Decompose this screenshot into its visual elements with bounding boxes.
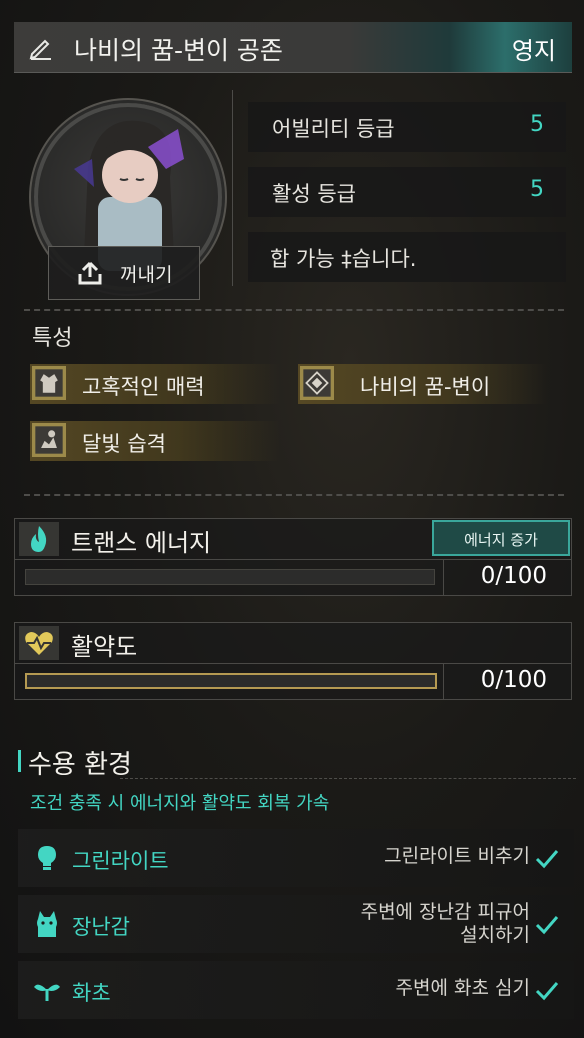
flame-icon (19, 522, 59, 556)
divider (443, 663, 444, 700)
checkmark-icon (535, 982, 559, 1001)
stat-label: 어빌리티 등급 (272, 117, 395, 141)
diamond-icon (300, 366, 334, 400)
trait-label: 나비의 꿈-변이 (360, 375, 491, 399)
gauge-header: 활약도 (15, 623, 571, 664)
checkmark-icon (535, 916, 559, 935)
traits-title: 특성 (32, 326, 73, 351)
dashed-divider (24, 309, 564, 311)
territory-tag: 영지 (511, 37, 556, 65)
environment-item: 화초 주변에 화초 심기 (18, 961, 574, 1019)
gauge-label: 활약도 (71, 633, 138, 661)
trait-label: 고혹적인 매력 (82, 375, 205, 399)
stat-value: 5 (530, 177, 544, 202)
gauge-header: 트랜스 에너지 에너지 증가 (15, 519, 571, 560)
activity-progress-bar (25, 673, 437, 689)
title-bar: 나비의 꿈-변이 공존 영지 (14, 22, 572, 73)
button-label: 에너지 증가 (464, 531, 538, 549)
merge-notice: 합 가능 ‡습니다. (248, 232, 566, 282)
increase-energy-button[interactable]: 에너지 증가 (432, 520, 570, 556)
environment-condition: 주변에 장난감 피규어 설치하기 (361, 901, 530, 947)
trait-item[interactable]: 고혹적인 매력 (30, 364, 280, 404)
stat-active-grade: 활성 등급 5 (248, 167, 566, 217)
trance-energy-gauge: 트랜스 에너지 에너지 증가 0/100 (14, 518, 572, 596)
edit-pencil-icon[interactable] (28, 34, 54, 60)
moon-strike-icon (32, 423, 66, 457)
gauge-label: 트랜스 에너지 (71, 529, 212, 557)
environment-title: 수용 환경 (28, 750, 132, 780)
trance-progress-bar (25, 569, 435, 585)
checkmark-icon (535, 850, 559, 869)
section-accent-mark (18, 750, 21, 772)
extract-label: 꺼내기 (120, 264, 173, 286)
environment-item: 장난감 주변에 장난감 피규어 설치하기 (18, 895, 574, 953)
dashed-divider (120, 778, 576, 779)
divider (232, 90, 233, 286)
environment-subtitle: 조건 충족 시 에너지와 활약도 회복 가속 (30, 793, 330, 814)
page-title[interactable]: 나비의 꿈-변이 공존 (74, 31, 283, 67)
condition-line: 주변에 장난감 피규어 (360, 901, 530, 923)
heartbeat-icon (19, 626, 59, 660)
stat-ability-grade: 어빌리티 등급 5 (248, 102, 566, 152)
environment-condition: 주변에 화초 심기 (395, 977, 530, 999)
gauge-value: 0/100 (480, 667, 547, 693)
toy-icon (37, 911, 57, 937)
environment-item: 그린라이트 그린라이트 비추기 (18, 829, 574, 887)
gauge-value: 0/100 (480, 563, 547, 589)
environment-name: 그린라이트 (72, 849, 169, 873)
dashed-divider (24, 494, 564, 496)
sprout-icon (34, 984, 60, 1001)
upload-icon (78, 261, 102, 285)
extract-button[interactable]: 꺼내기 (48, 246, 200, 300)
trait-label: 달빛 습격 (82, 432, 166, 456)
environment-name: 장난감 (72, 915, 130, 939)
divider (443, 559, 444, 596)
lightbulb-icon (38, 846, 56, 870)
activity-gauge: 활약도 0/100 (14, 622, 572, 700)
coat-icon (32, 366, 66, 400)
stat-label: 활성 등급 (272, 182, 356, 206)
trait-item[interactable]: 나비의 꿈-변이 (298, 364, 548, 404)
trait-item[interactable]: 달빛 습격 (30, 421, 280, 461)
notice-text: 합 가능 ‡습니다. (270, 247, 417, 271)
environment-condition: 그린라이트 비추기 (384, 845, 530, 867)
stat-value: 5 (530, 112, 544, 137)
condition-line: 설치하기 (460, 924, 530, 946)
environment-name: 화초 (72, 981, 111, 1005)
